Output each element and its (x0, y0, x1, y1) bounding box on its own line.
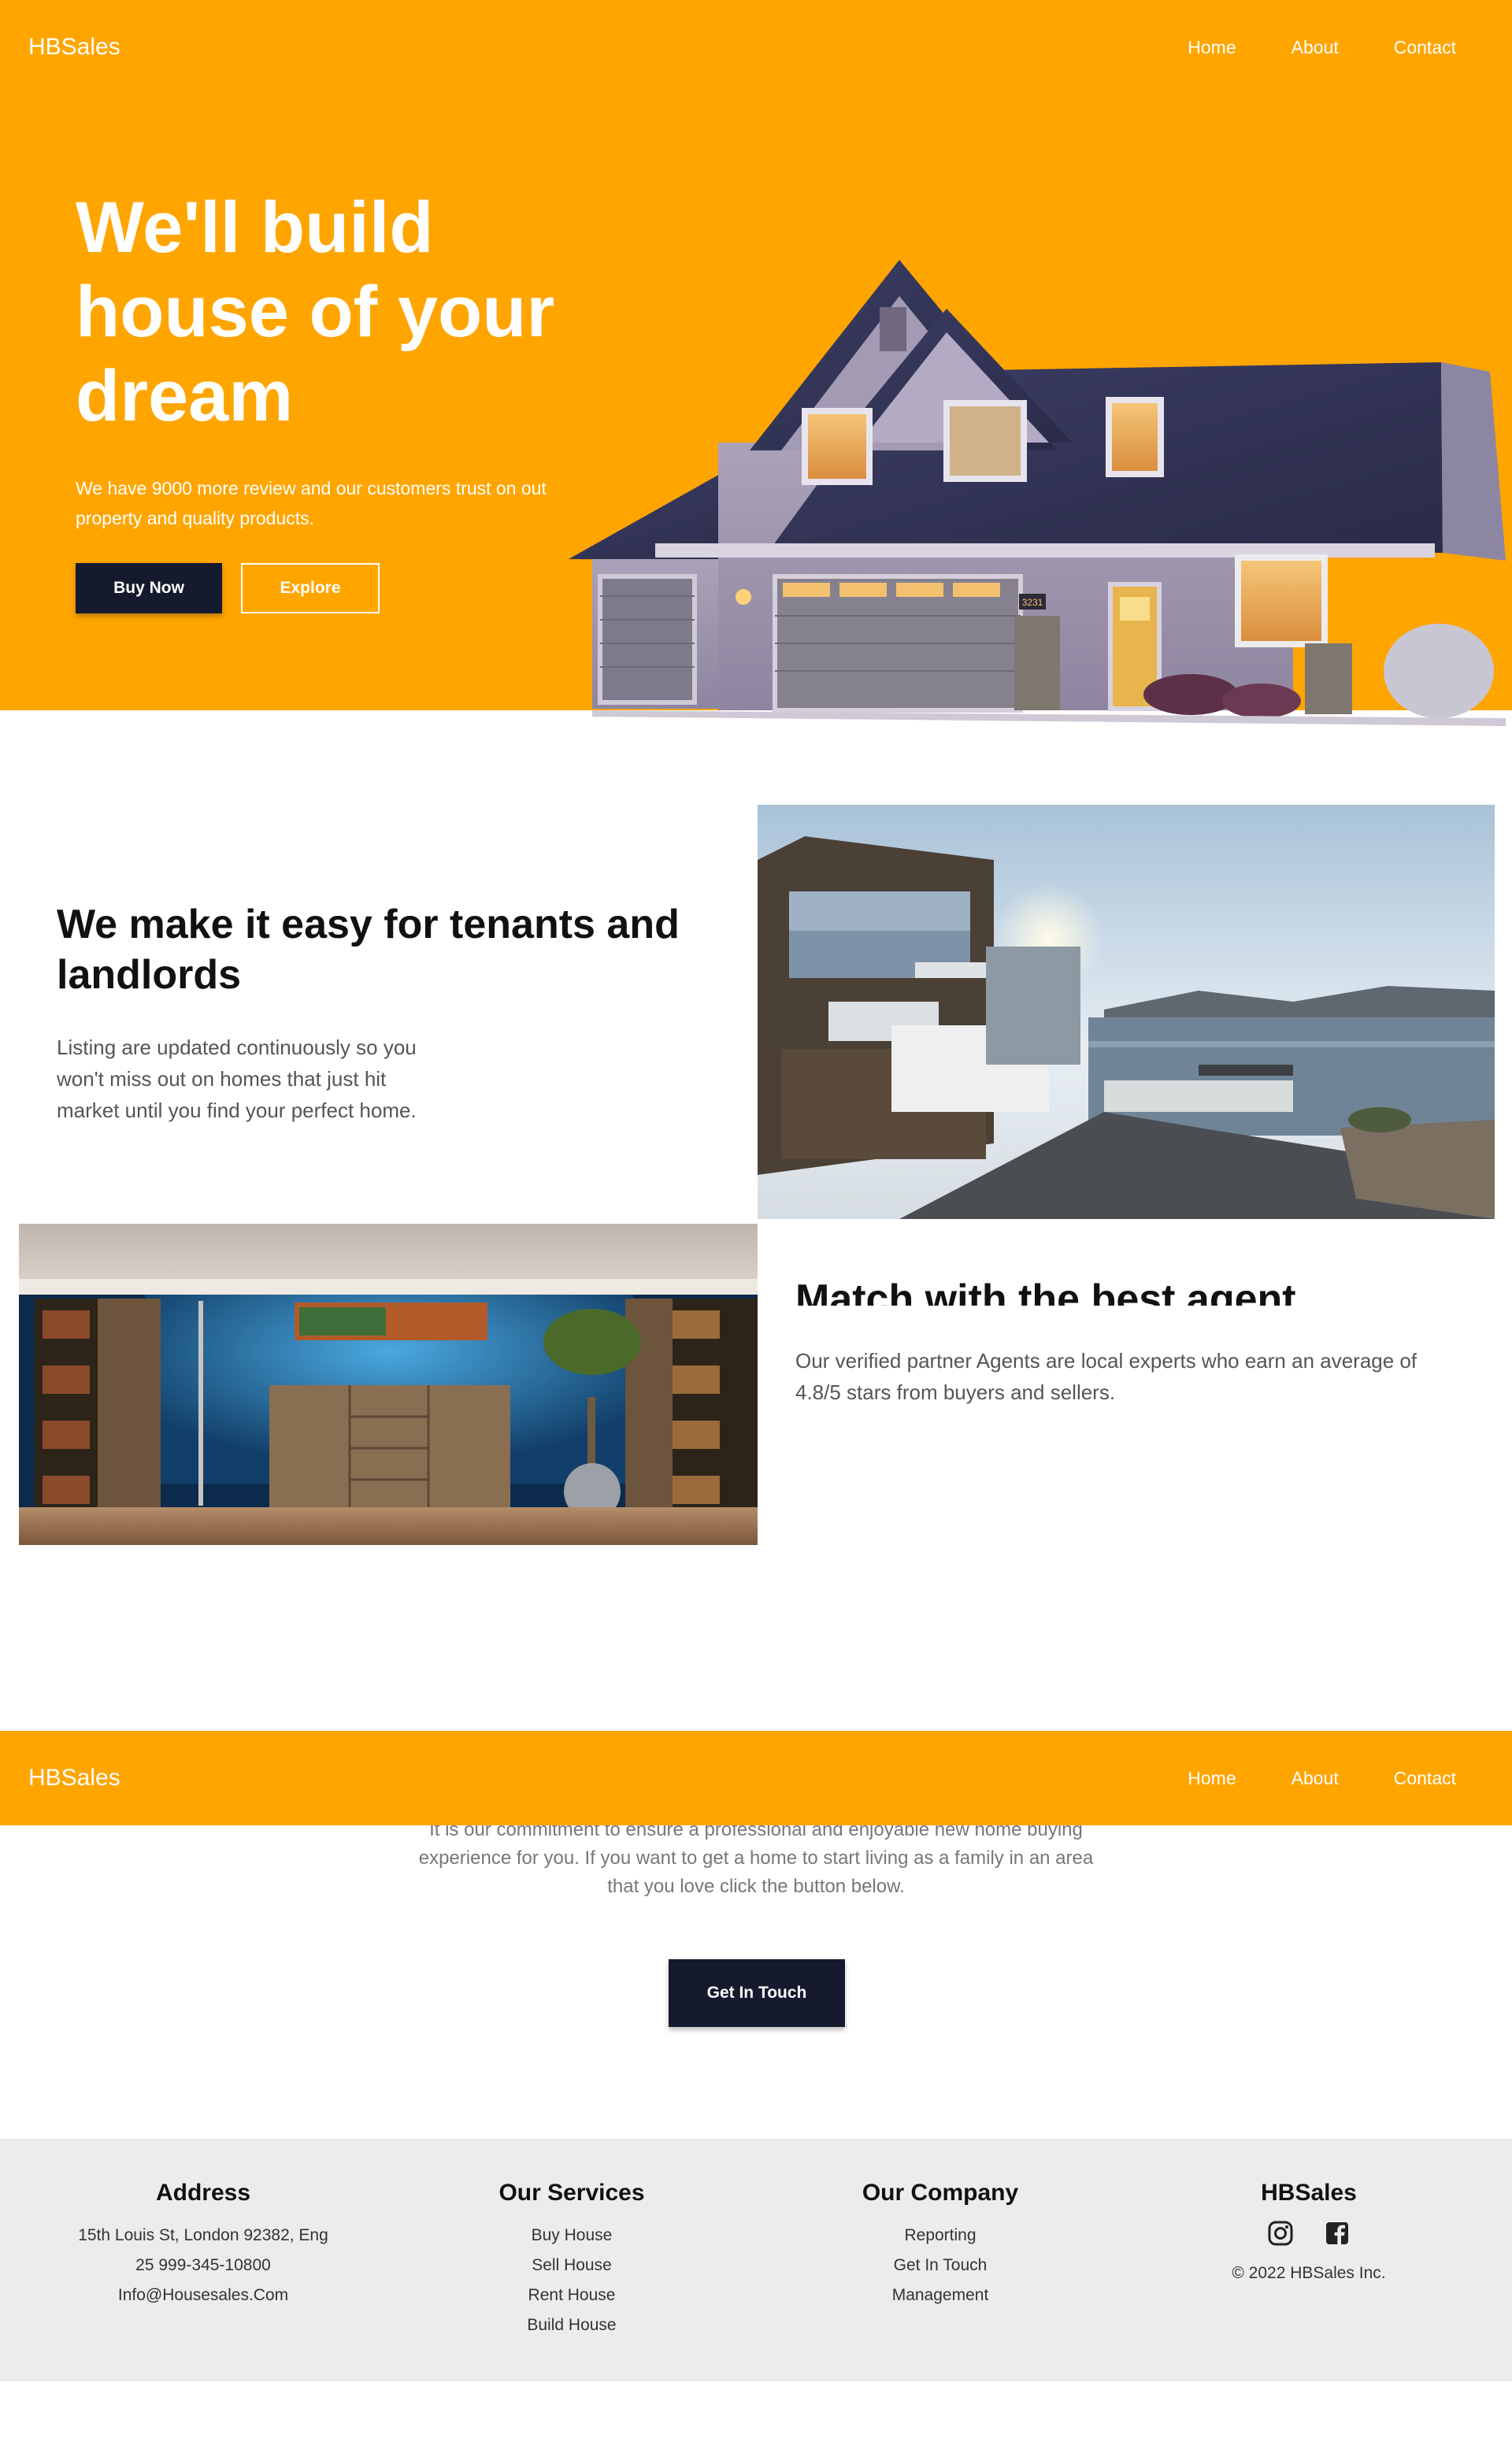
copyright-text: © 2022 HBSales Inc. (1232, 2264, 1386, 2282)
nav-links: Home About Contact (1160, 37, 1484, 58)
sticky-navbar: HBSales Home About Contact (0, 1731, 1512, 1825)
house-number-plaque: 3231 (1022, 597, 1043, 608)
nav-link-contact[interactable]: Contact (1366, 37, 1484, 58)
footer-company-column: Our Company Reporting Get In Touch Manag… (767, 2180, 1114, 2310)
footer-services-title: Our Services (498, 2180, 645, 2206)
footer-phone[interactable]: 25 999-345-10800 (30, 2251, 376, 2281)
nav-link-about[interactable]: About (1264, 1768, 1366, 1789)
explore-button[interactable]: Explore (241, 563, 380, 613)
lakeside-house-photo (758, 805, 1495, 1219)
nav-link-home[interactable]: Home (1160, 37, 1263, 58)
brand-logo[interactable]: HBSales (28, 34, 120, 61)
social-links (1136, 2221, 1482, 2246)
footer-services-column: Our Services Buy House Sell House Rent H… (398, 2180, 745, 2340)
footer-email[interactable]: Info@Housesales.Com (30, 2281, 376, 2310)
hero-description: We have 9000 more review and our custome… (76, 478, 547, 528)
hero-section: We'll build house of your dream We have … (0, 0, 1512, 726)
top-navbar: HBSales Home About Contact (0, 0, 1512, 94)
brand-logo[interactable]: HBSales (28, 1765, 120, 1791)
house-image: 3231 (569, 260, 1506, 726)
hero-copy: We'll build house of your dream We have … (76, 186, 564, 613)
nav-links: Home About Contact (1160, 1768, 1484, 1789)
nav-link-contact[interactable]: Contact (1366, 1768, 1484, 1789)
footer-service-link[interactable]: Rent House (398, 2281, 745, 2310)
footer-service-link[interactable]: Buy House (398, 2221, 745, 2251)
footer-service-link[interactable]: Sell House (398, 2251, 745, 2281)
footer-address-column: Address 15th Louis St, London 92382, Eng… (30, 2180, 376, 2310)
feature-agent-title: Match with the best agent (795, 1276, 1296, 1306)
footer-service-link[interactable]: Build House (398, 2310, 745, 2340)
nav-link-about[interactable]: About (1264, 37, 1366, 58)
instagram-icon[interactable] (1268, 2221, 1293, 2246)
buy-now-button[interactable]: Buy Now (76, 563, 222, 613)
feature-tenants-text: Listing are updated continuously so you … (57, 1036, 417, 1122)
footer-company-link[interactable]: Reporting (767, 2221, 1114, 2251)
footer-brand-column: HBSales © 2022 HBSales Inc. (1136, 2180, 1482, 2288)
feature-tenants-title: We make it easy for tenants and landlord… (57, 902, 680, 998)
footer-company-link[interactable]: Get In Touch (767, 2251, 1114, 2281)
footer: Address 15th Louis St, London 92382, Eng… (0, 2139, 1512, 2381)
nav-link-home[interactable]: Home (1160, 1768, 1263, 1789)
footer-company-title: Our Company (862, 2180, 1019, 2206)
footer-address-title: Address (155, 2180, 251, 2206)
feature-agent-text: Our verified partner Agents are local ex… (795, 1349, 1418, 1404)
get-in-touch-button[interactable]: Get In Touch (669, 1959, 845, 2027)
hero-title: We'll build house of your dream (76, 187, 555, 436)
footer-brand-title: HBSales (1261, 2180, 1357, 2206)
feature-agent-copy: Match with the best agent Our verified p… (795, 1274, 1441, 1408)
facebook-icon[interactable] (1325, 2221, 1350, 2246)
footer-address-line: 15th Louis St, London 92382, Eng (78, 2226, 328, 2244)
hero-buttons: Buy Now Explore (76, 563, 564, 613)
living-room-photo (19, 1224, 758, 1545)
cta-text: It is our commitment to ensure a profess… (418, 1819, 1094, 1897)
footer-company-link[interactable]: Management (767, 2281, 1114, 2310)
feature-tenants-copy: We make it easy for tenants and landlord… (57, 899, 687, 1126)
